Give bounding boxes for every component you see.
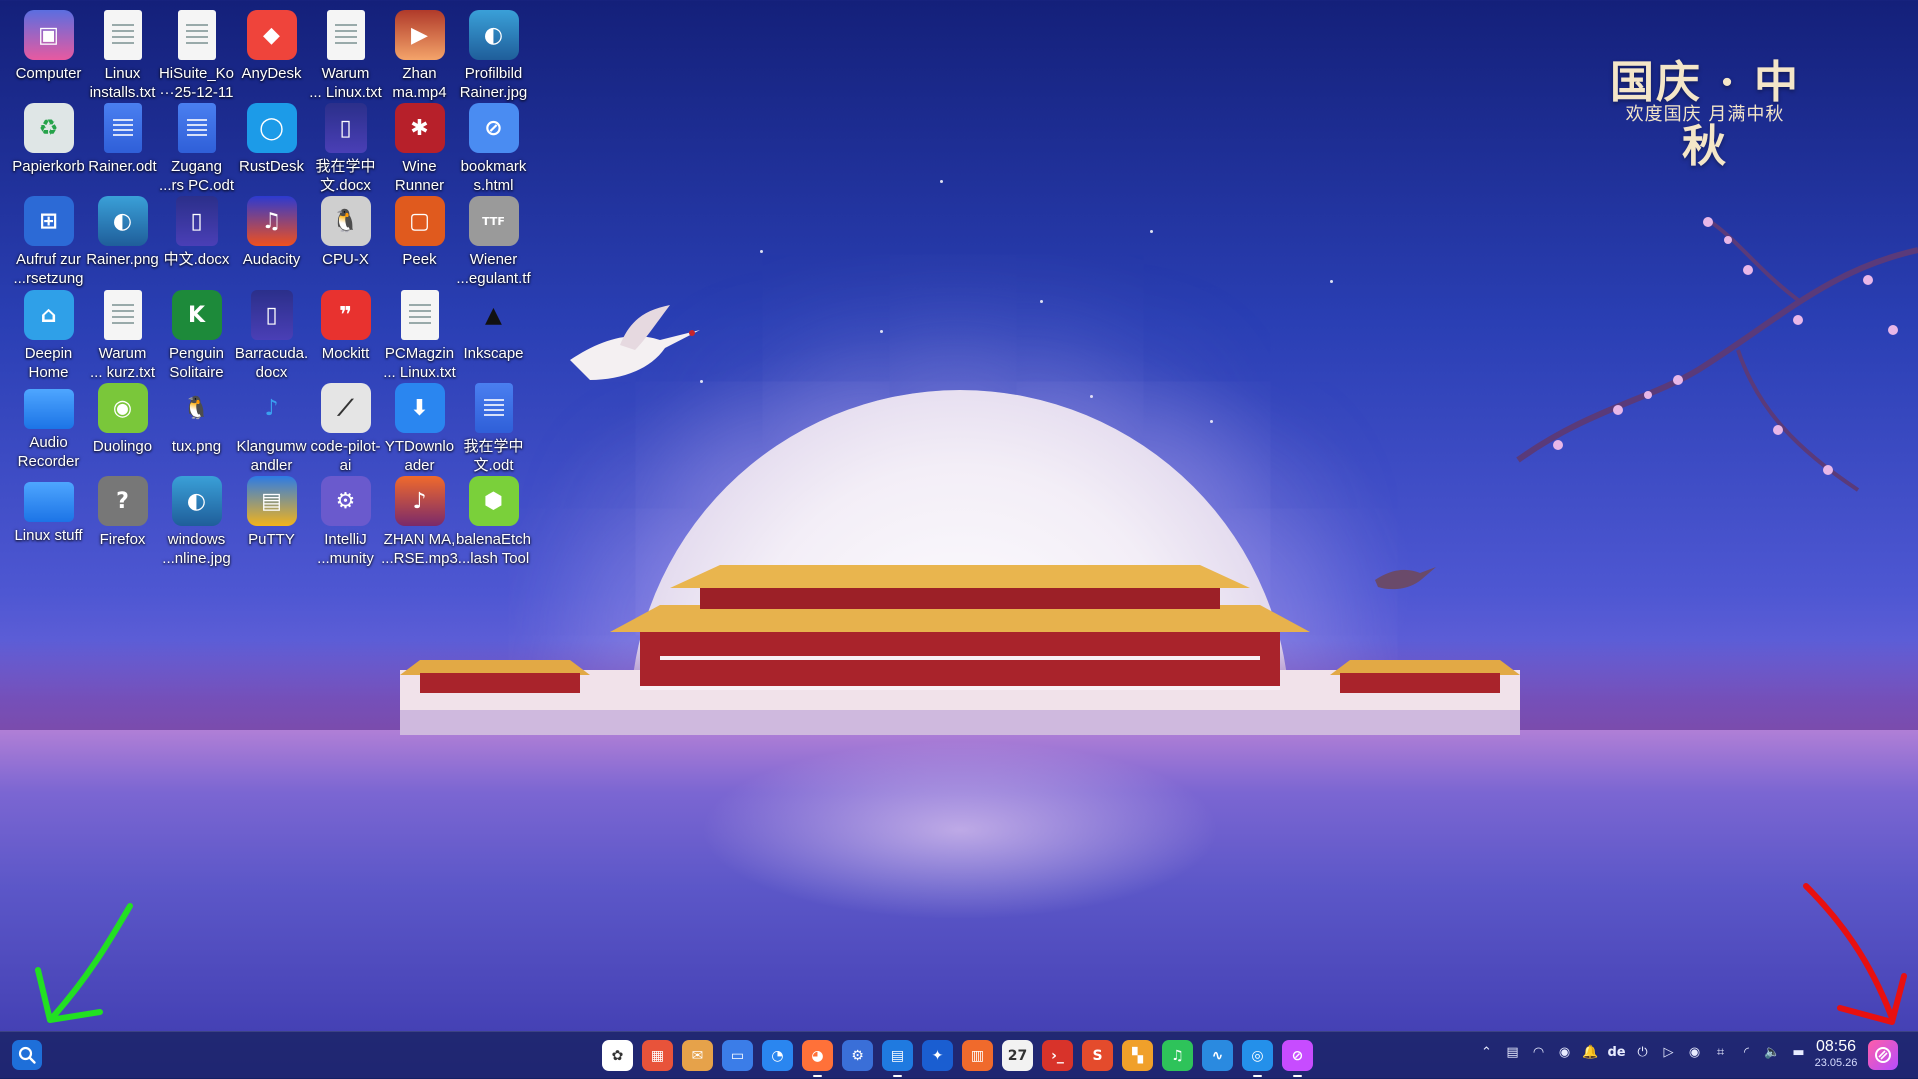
archive-manager-icon[interactable]: ▥: [962, 1040, 993, 1071]
desktop-icon[interactable]: TTF Wiener ...egulant.tf: [448, 190, 539, 288]
taskbar: ✿ ▦ ✉ ▭ ◔ ◕ ⚙ ▤ ✦ ▥ 27 ›_ S ▚ ♫ ∿ ◎ ⊘ ⌃ ▤ ◠ ◉ 🔔 de ⏻ ▷ ◉ ⌗ ◜ 🔈 ▬ 08:5…: [0, 1031, 1918, 1079]
green-annotation-arrow: [35, 903, 133, 1023]
wallpaper-subtitle: 欢度国庆 月满中秋: [1625, 104, 1785, 125]
odt-file-icon: [103, 103, 142, 153]
desktop-icon-label: Inkscape: [463, 345, 524, 362]
clock-time: 08:56: [1815, 1038, 1857, 1055]
keyboard-layout-icon[interactable]: de: [1607, 1044, 1625, 1061]
desktop-icon[interactable]: ◐ Profilbild Rainer.jpg: [448, 4, 539, 102]
cpu-x-icon: 🐧: [320, 196, 371, 246]
crane-bird-small: [1375, 567, 1436, 590]
notification-center-button[interactable]: [1868, 1040, 1898, 1070]
trash-icon: ♻: [23, 103, 74, 153]
peek-icon: ▢: [394, 196, 445, 246]
text-file-icon: [326, 10, 365, 60]
tux-icon: 🐧: [182, 395, 211, 421]
record-icon[interactable]: ◉: [1686, 1044, 1703, 1061]
notification-center-icon[interactable]: ⊘: [1282, 1040, 1313, 1077]
image-file-icon: ◐: [468, 10, 519, 60]
firefox-icon: ?: [97, 476, 148, 526]
dock-apps: ✿ ▦ ✉ ▭ ◔ ◕ ⚙ ▤ ✦ ▥ 27 ›_ S ▚ ♫ ∿ ◎ ⊘: [602, 1040, 1313, 1077]
search-button[interactable]: [12, 1040, 42, 1070]
bell-icon[interactable]: 🔔: [1582, 1044, 1599, 1061]
video-file-icon: ▶: [394, 10, 445, 60]
mockitt-icon: ❞: [320, 290, 371, 340]
red-annotation-arrow: [1803, 883, 1907, 1025]
storage-icon[interactable]: ▬: [1790, 1044, 1807, 1061]
calendar-icon[interactable]: 27: [1002, 1040, 1033, 1071]
mouse-icon[interactable]: ◠: [1530, 1044, 1547, 1061]
code-pilot-icon: ⟋: [320, 383, 371, 433]
app-store-icon[interactable]: ▤: [882, 1040, 913, 1077]
system-tray: ⌃ ▤ ◠ ◉ 🔔 de ⏻ ▷ ◉ ⌗ ◜ 🔈 ▬: [1478, 1044, 1807, 1061]
intellij-icon: ⚙: [320, 476, 371, 526]
text-file-icon: [177, 10, 216, 60]
audio-file-icon: ♪: [394, 476, 445, 526]
image-file-icon: ◐: [97, 196, 148, 246]
settings-icon[interactable]: ⚙: [842, 1040, 873, 1071]
folder-icon: [23, 389, 74, 429]
desktop-icon[interactable]: ⬢ balenaEtch ...lash Tool: [448, 470, 539, 568]
folder-icon: [23, 482, 74, 522]
clock[interactable]: 08:56 23.05.26: [1806, 1038, 1866, 1070]
media-icon[interactable]: ▷: [1660, 1044, 1677, 1061]
file-manager-icon[interactable]: ▭: [722, 1040, 753, 1071]
docx-file-icon: ▯: [324, 103, 367, 153]
browser-icon[interactable]: ◔: [762, 1040, 793, 1071]
deepin-home-icon: ⌂: [23, 290, 74, 340]
odt-file-icon: [177, 103, 216, 153]
system-monitor-icon[interactable]: ∿: [1202, 1040, 1233, 1071]
inkscape-icon: ▲: [485, 302, 502, 328]
font-file-icon: TTF: [468, 196, 519, 246]
desktop-icon[interactable]: ▲ Inkscape: [448, 284, 539, 363]
image-file-icon: ◐: [171, 476, 222, 526]
wifi-icon[interactable]: ◜: [1738, 1044, 1755, 1061]
wine-runner-icon: ✱: [394, 103, 445, 153]
blossom-branch: [1516, 217, 1918, 492]
power-icon[interactable]: ⏻: [1634, 1044, 1651, 1061]
windows-app-icon[interactable]: ▚: [1122, 1040, 1153, 1071]
desktop-icon[interactable]: 我在学中 文.odt: [448, 377, 539, 475]
firefox-icon[interactable]: ◕: [802, 1040, 833, 1077]
mail-icon[interactable]: ✉: [682, 1040, 713, 1071]
putty-icon: ▤: [246, 476, 297, 526]
thunderbird-icon[interactable]: ✦: [922, 1040, 953, 1071]
rustdesk-icon: ◯: [246, 103, 297, 153]
desktop-icon[interactable]: ⊘ bookmark s.html: [448, 97, 539, 195]
desktop-icon-grid: ▣ Computer Linux installs.txt HiSuite_Ko ··…: [0, 0, 640, 680]
html-file-icon: ⊘: [468, 103, 519, 153]
text-file-icon: [103, 10, 142, 60]
chevron-up-icon[interactable]: ⌃: [1478, 1044, 1495, 1061]
clipboard-icon[interactable]: ▤: [1504, 1044, 1521, 1061]
balena-etcher-icon: ⬢: [468, 476, 519, 526]
docx-file-icon: ▯: [175, 196, 218, 246]
eye-icon[interactable]: ◉: [1556, 1044, 1573, 1061]
odt-file-icon: [474, 383, 513, 433]
desktop-icon-label: balenaEtch ...lash Tool: [455, 531, 532, 567]
search-icon: [18, 1046, 36, 1064]
computer-icon: ▣: [23, 10, 74, 60]
anydesk-icon: ◆: [246, 10, 297, 60]
volume-icon[interactable]: 🔈: [1764, 1044, 1781, 1061]
moon-reflection: [700, 740, 1220, 920]
scrobbler-icon[interactable]: S: [1082, 1040, 1113, 1071]
launcher-grid-icon[interactable]: ✿: [602, 1040, 633, 1071]
docx-file-icon: ▯: [250, 290, 293, 340]
audacity-icon: ♫: [246, 196, 297, 246]
screenshot-icon[interactable]: ⌗: [1712, 1044, 1729, 1061]
desktop-icon-label: Wiener ...egulant.tf: [456, 251, 531, 287]
solitaire-icon: K: [171, 290, 222, 340]
music-icon[interactable]: ♫: [1162, 1040, 1193, 1071]
app-grid-icon: ⊞: [23, 196, 74, 246]
notification-center-icon: [1875, 1047, 1891, 1063]
duolingo-icon: ◉: [97, 383, 148, 433]
screen-capture-icon[interactable]: ◎: [1242, 1040, 1273, 1077]
music-converter-icon: ♪: [264, 395, 279, 421]
clock-date: 23.05.26: [1814, 1057, 1858, 1069]
multitask-view-icon[interactable]: ▦: [642, 1040, 673, 1071]
text-file-icon: [400, 290, 439, 340]
text-file-icon: [103, 290, 142, 340]
ytdownloader-icon: ⬇: [394, 383, 445, 433]
terminal-icon[interactable]: ›_: [1042, 1040, 1073, 1071]
